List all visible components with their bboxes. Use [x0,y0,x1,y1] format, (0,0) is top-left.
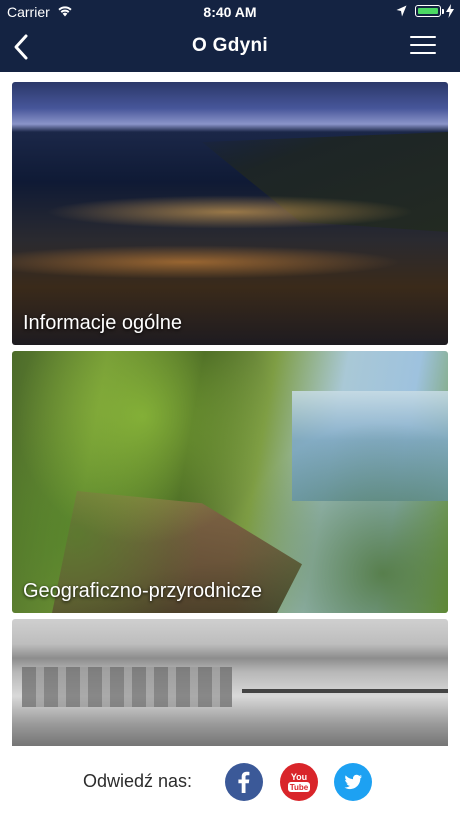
location-arrow-icon [396,5,407,17]
twitter-icon [344,774,362,790]
svg-text:Tube: Tube [290,783,309,792]
facebook-button[interactable] [225,763,263,801]
battery-icon [415,5,444,17]
card-label: Geograficzno-przyrodnicze [23,580,262,602]
status-time: 8:40 AM [203,4,257,20]
status-bar: Carrier 8:40 AM [0,0,460,24]
card-label: Informacje ogólne [23,312,182,334]
charging-bolt-icon [446,4,454,18]
houses-image-detail [22,667,232,707]
card-history[interactable] [12,619,448,746]
page-title: O Gdyni [192,35,268,56]
twitter-button[interactable] [334,763,372,801]
card-general-info[interactable]: Informacje ogólne [12,82,448,345]
card-geographic-nature[interactable]: Geograficzno-przyrodnicze [12,351,448,613]
footer: Odwiedź nas: You Tube [0,746,460,818]
pier-image-detail [242,689,448,693]
category-list: Informacje ogólne Geograficzno-przyrodni… [0,72,460,746]
svg-text:You: You [291,772,307,782]
youtube-button[interactable]: You Tube [280,763,318,801]
foliage-image-detail [12,351,448,613]
facebook-icon [238,771,250,793]
hamburger-menu-icon[interactable] [410,36,436,58]
harbor-lights-image-detail [12,232,448,292]
youtube-icon: You Tube [288,772,310,792]
visit-us-label: Odwiedź nas: [83,771,193,791]
header: Carrier 8:40 AM O Gdyni [0,0,460,72]
